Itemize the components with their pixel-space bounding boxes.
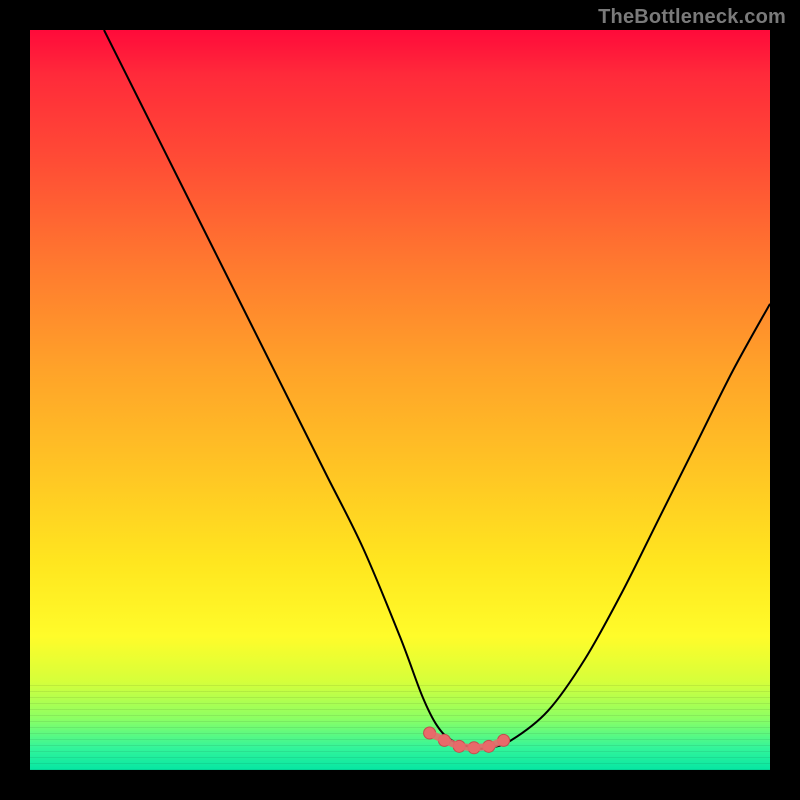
- chart-frame: TheBottleneck.com: [0, 0, 800, 800]
- bottleneck-curve: [104, 30, 770, 749]
- curve-svg: [30, 30, 770, 770]
- plot-area: [30, 30, 770, 770]
- watermark-text: TheBottleneck.com: [598, 6, 786, 29]
